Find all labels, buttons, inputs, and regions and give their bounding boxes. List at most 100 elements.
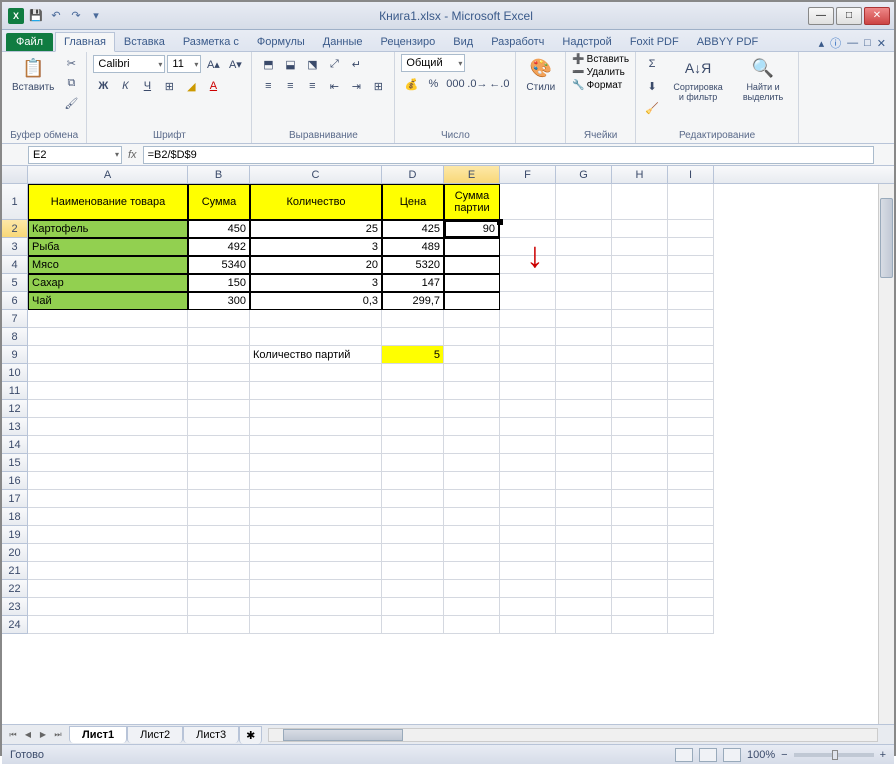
cell-A7[interactable]: [28, 310, 188, 328]
cell-C23[interactable]: [250, 598, 382, 616]
cell-F15[interactable]: [500, 454, 556, 472]
merge-icon[interactable]: ⊞: [368, 76, 388, 96]
cell-C11[interactable]: [250, 382, 382, 400]
cell-D6[interactable]: 299,7: [382, 292, 444, 310]
cell-D1[interactable]: Цена: [382, 184, 444, 220]
vertical-scrollbar[interactable]: [878, 184, 894, 724]
cell-D5[interactable]: 147: [382, 274, 444, 292]
cell-H5[interactable]: [612, 274, 668, 292]
cell-B7[interactable]: [188, 310, 250, 328]
cell-A16[interactable]: [28, 472, 188, 490]
cell-F21[interactable]: [500, 562, 556, 580]
cell-G17[interactable]: [556, 490, 612, 508]
inc-decimal-icon[interactable]: .0→: [467, 74, 487, 94]
cell-B20[interactable]: [188, 544, 250, 562]
cell-E2[interactable]: 90: [444, 220, 500, 238]
cell-I16[interactable]: [668, 472, 714, 490]
cell-E19[interactable]: [444, 526, 500, 544]
sort-filter-button[interactable]: A↓Я Сортировка и фильтр: [666, 54, 730, 104]
cell-D23[interactable]: [382, 598, 444, 616]
cell-D3[interactable]: 489: [382, 238, 444, 256]
cell-F5[interactable]: [500, 274, 556, 292]
cell-B14[interactable]: [188, 436, 250, 454]
cell-E17[interactable]: [444, 490, 500, 508]
sheet-nav-last-icon[interactable]: ⏭: [51, 728, 65, 742]
sheet-nav-first-icon[interactable]: ⏮: [6, 728, 20, 742]
name-box[interactable]: E2: [28, 146, 122, 164]
tab-review[interactable]: Рецензиро: [372, 32, 445, 51]
row-header-5[interactable]: 5: [2, 274, 28, 292]
cell-G23[interactable]: [556, 598, 612, 616]
cell-D15[interactable]: [382, 454, 444, 472]
cell-F11[interactable]: [500, 382, 556, 400]
cell-F23[interactable]: [500, 598, 556, 616]
col-header-E[interactable]: E: [444, 166, 500, 183]
qat-more-icon[interactable]: ▾: [88, 8, 104, 24]
row-header-2[interactable]: 2: [2, 220, 28, 238]
fill-color-icon[interactable]: ◢: [181, 76, 201, 96]
row-header-12[interactable]: 12: [2, 400, 28, 418]
row-header-20[interactable]: 20: [2, 544, 28, 562]
col-header-A[interactable]: A: [28, 166, 188, 183]
cell-E21[interactable]: [444, 562, 500, 580]
cell-B4[interactable]: 5340: [188, 256, 250, 274]
cell-A13[interactable]: [28, 418, 188, 436]
cell-E5[interactable]: [444, 274, 500, 292]
close-button[interactable]: ✕: [864, 7, 890, 25]
cell-A23[interactable]: [28, 598, 188, 616]
wrap-text-icon[interactable]: ↵: [346, 54, 366, 74]
row-header-8[interactable]: 8: [2, 328, 28, 346]
cell-I9[interactable]: [668, 346, 714, 364]
cell-I24[interactable]: [668, 616, 714, 634]
doc-max-icon[interactable]: □: [864, 37, 871, 49]
tab-home[interactable]: Главная: [55, 32, 115, 52]
cell-D20[interactable]: [382, 544, 444, 562]
cell-E4[interactable]: [444, 256, 500, 274]
cell-E24[interactable]: [444, 616, 500, 634]
fill-icon[interactable]: ⬇: [642, 76, 662, 96]
cell-B2[interactable]: 450: [188, 220, 250, 238]
cell-B5[interactable]: 150: [188, 274, 250, 292]
cell-C17[interactable]: [250, 490, 382, 508]
cell-I23[interactable]: [668, 598, 714, 616]
cell-H2[interactable]: [612, 220, 668, 238]
cell-E13[interactable]: [444, 418, 500, 436]
cell-G7[interactable]: [556, 310, 612, 328]
insert-cells-icon[interactable]: ➕: [572, 54, 584, 65]
tab-layout[interactable]: Разметка с: [174, 32, 248, 51]
cell-F1[interactable]: [500, 184, 556, 220]
new-sheet-icon[interactable]: ✱: [239, 726, 262, 744]
page-layout-view-icon[interactable]: [699, 748, 717, 762]
copy-icon[interactable]: ⧉: [62, 74, 80, 92]
cell-I6[interactable]: [668, 292, 714, 310]
normal-view-icon[interactable]: [675, 748, 693, 762]
tab-view[interactable]: Вид: [444, 32, 482, 51]
cell-G24[interactable]: [556, 616, 612, 634]
cell-E1[interactable]: Сумма партии: [444, 184, 500, 220]
cell-H9[interactable]: [612, 346, 668, 364]
cell-B1[interactable]: Сумма: [188, 184, 250, 220]
number-format-combo[interactable]: Общий: [401, 54, 465, 72]
cell-C22[interactable]: [250, 580, 382, 598]
cell-F14[interactable]: [500, 436, 556, 454]
cell-F19[interactable]: [500, 526, 556, 544]
row-header-13[interactable]: 13: [2, 418, 28, 436]
cell-F22[interactable]: [500, 580, 556, 598]
cell-D10[interactable]: [382, 364, 444, 382]
cell-C5[interactable]: 3: [250, 274, 382, 292]
orientation-icon[interactable]: ⤢: [324, 54, 344, 74]
cell-B15[interactable]: [188, 454, 250, 472]
cell-B11[interactable]: [188, 382, 250, 400]
cell-B19[interactable]: [188, 526, 250, 544]
row-header-18[interactable]: 18: [2, 508, 28, 526]
cell-F18[interactable]: [500, 508, 556, 526]
align-middle-icon[interactable]: ⬓: [280, 54, 300, 74]
cell-C2[interactable]: 25: [250, 220, 382, 238]
cell-A6[interactable]: Чай: [28, 292, 188, 310]
zoom-thumb[interactable]: [832, 750, 838, 760]
cell-G20[interactable]: [556, 544, 612, 562]
align-right-icon[interactable]: ≡: [302, 76, 322, 96]
select-all-corner[interactable]: [2, 166, 28, 183]
cell-A20[interactable]: [28, 544, 188, 562]
cell-G12[interactable]: [556, 400, 612, 418]
